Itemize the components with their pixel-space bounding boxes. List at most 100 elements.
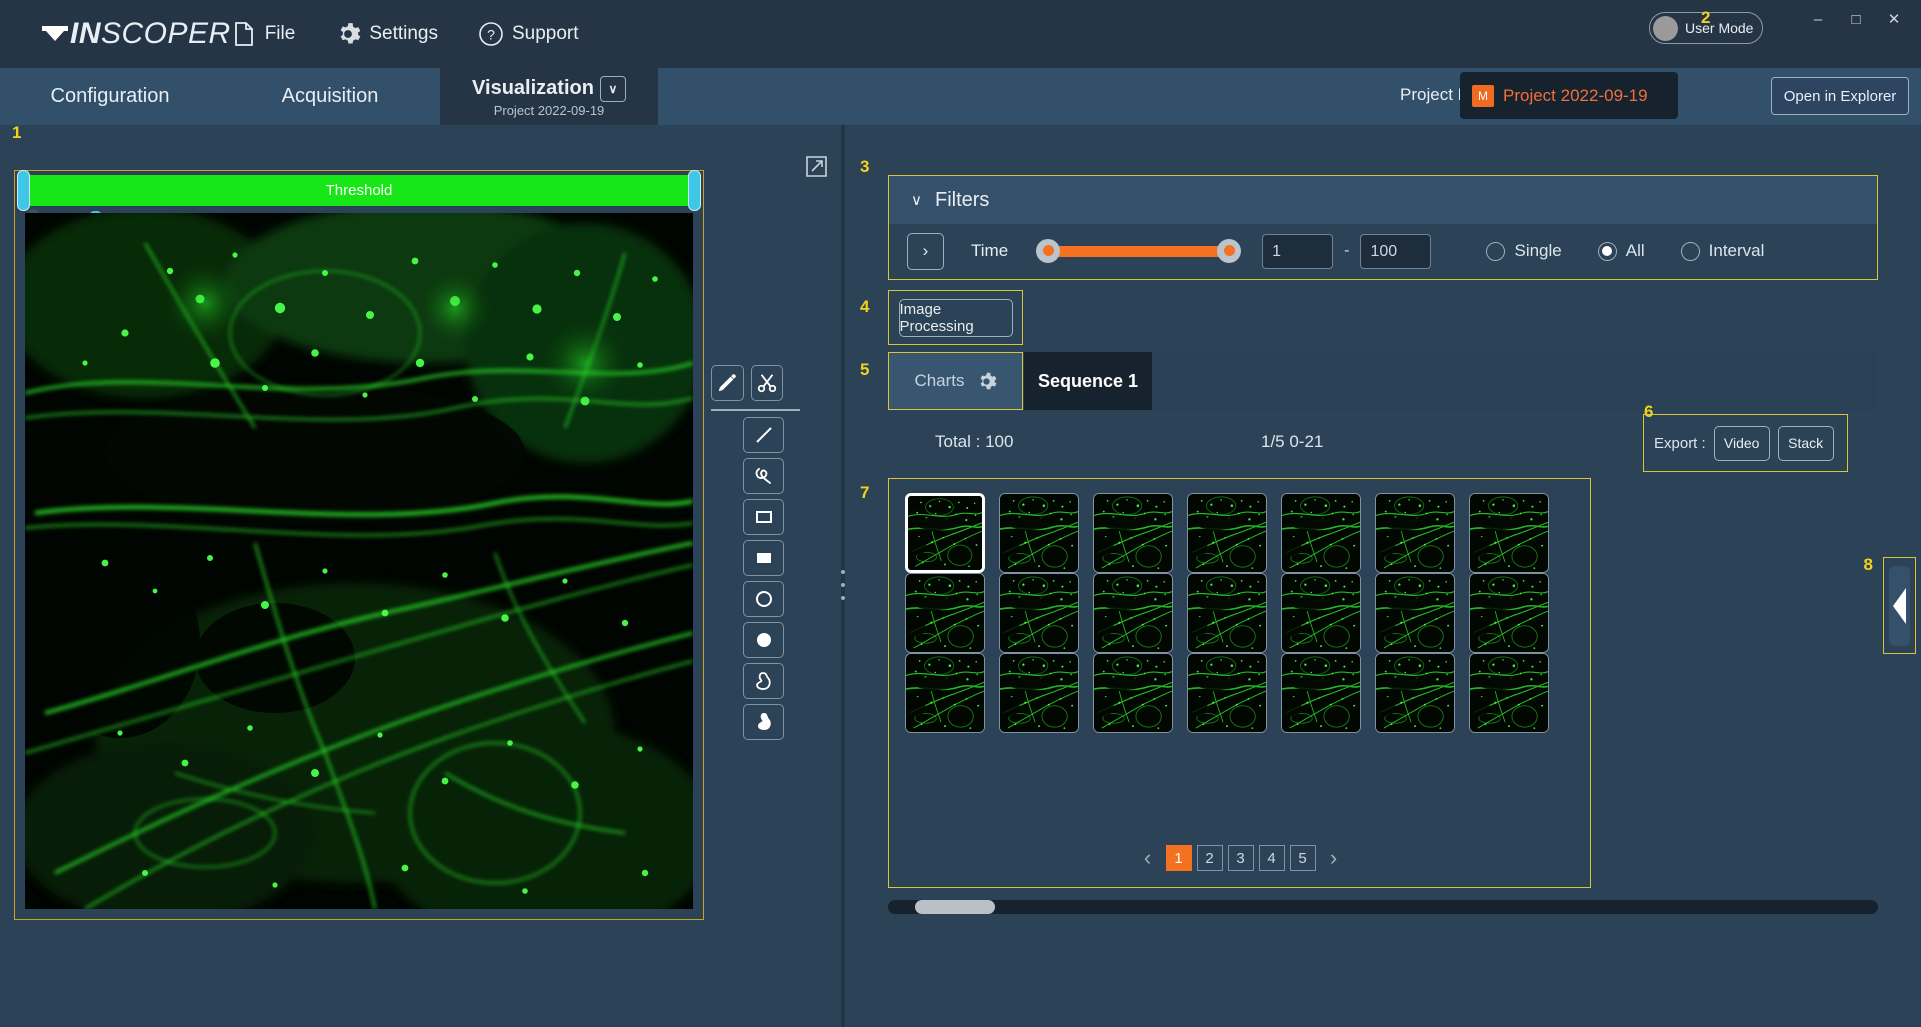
thumbnail-item[interactable]	[1469, 573, 1549, 653]
filters-header[interactable]: ∨ Filters	[889, 176, 1877, 224]
thumbnail-item[interactable]	[1469, 653, 1549, 733]
tab-bar-filler	[1152, 352, 1878, 410]
minimize-icon[interactable]: –	[1799, 6, 1837, 32]
blob-outline-tool-button[interactable]	[743, 663, 784, 699]
tool-divider	[711, 409, 800, 411]
thumbnail-item[interactable]	[1375, 493, 1455, 573]
thumbnail-item[interactable]	[999, 493, 1079, 573]
collapse-panel-button[interactable]	[1889, 565, 1910, 646]
pagination-page-5[interactable]: 5	[1289, 845, 1316, 871]
gear-icon[interactable]	[976, 371, 997, 392]
close-icon[interactable]: ✕	[1875, 6, 1913, 32]
pagination-page-2[interactable]: 2	[1196, 845, 1223, 871]
tab-configuration[interactable]: Configuration	[0, 68, 220, 125]
export-group: Export : Video Stack	[1643, 414, 1848, 472]
thumbnail-grid-panel: ‹ 1 2 3 4 5 ›	[888, 478, 1591, 888]
export-video-label: Video	[1723, 435, 1760, 451]
freehand-tool-button[interactable]	[743, 458, 784, 494]
radio-single[interactable]: Single	[1486, 241, 1562, 261]
thumbnail-item[interactable]	[999, 653, 1079, 733]
thumbnail-item[interactable]	[1281, 573, 1361, 653]
window-controls: – □ ✕	[1799, 6, 1913, 32]
rectangle-outline-tool-button[interactable]	[743, 499, 784, 535]
thumbnail-item[interactable]	[1281, 653, 1361, 733]
tab-acquisition-label: Acquisition	[281, 85, 379, 107]
radio-interval[interactable]: Interval	[1680, 241, 1765, 261]
tab-visualization[interactable]: Visualization ∨ Project 2022-09-19	[440, 68, 658, 125]
thumbnail-item[interactable]	[905, 573, 985, 653]
maximize-icon[interactable]: □	[1837, 6, 1875, 32]
pagination-page-4[interactable]: 4	[1258, 845, 1285, 871]
logo-text-bold: IN	[70, 17, 101, 50]
open-in-explorer-button[interactable]: Open in Explorer	[1771, 77, 1909, 115]
threshold-handle-right[interactable]	[688, 170, 701, 211]
circle-outline-tool-button[interactable]	[743, 581, 784, 617]
thumbnail-item[interactable]	[1093, 573, 1173, 653]
thumbnail-item[interactable]	[905, 493, 985, 573]
controls-pane: 3 ∨ Filters › Time 1 - 100 Single All In…	[845, 125, 1921, 1027]
microscopy-image[interactable]	[25, 213, 693, 909]
slider-handle-max[interactable]	[1217, 238, 1242, 263]
slider-track	[1045, 245, 1233, 257]
menu-settings-label: Settings	[369, 23, 438, 44]
tab-charts[interactable]: Charts	[888, 352, 1023, 410]
time-min-input[interactable]: 1	[1262, 233, 1334, 269]
menu-settings[interactable]: Settings	[335, 0, 438, 68]
triangle-left-icon	[1893, 587, 1906, 624]
line-tool-button[interactable]	[743, 417, 784, 453]
tab-acquisition[interactable]: Acquisition	[221, 68, 439, 125]
horizontal-scrollbar[interactable]	[888, 900, 1878, 914]
chevron-down-icon[interactable]: ∨	[911, 191, 922, 209]
thumbnail-item[interactable]	[1281, 493, 1361, 573]
export-stack-label: Stack	[1788, 435, 1824, 451]
time-max-input[interactable]: 100	[1360, 233, 1432, 269]
thumbnail-item[interactable]	[905, 653, 985, 733]
scissors-tool-button[interactable]	[750, 365, 783, 401]
pagination-next-button[interactable]: ›	[1321, 845, 1347, 871]
expand-icon[interactable]	[805, 155, 828, 178]
thumbnail-item[interactable]	[1375, 573, 1455, 653]
menu-support-label: Support	[511, 23, 579, 44]
open-in-explorer-label: Open in Explorer	[1783, 87, 1897, 105]
menu-file-label: File	[264, 23, 296, 44]
image-processing-label: Image Processing	[899, 300, 974, 335]
thumbnail-item[interactable]	[1469, 493, 1549, 573]
thumbnail-item[interactable]	[1093, 653, 1173, 733]
thumbnail-item[interactable]	[1187, 573, 1267, 653]
range-separator: -	[1344, 242, 1350, 259]
rectangle-filled-tool-button[interactable]	[743, 540, 784, 576]
panel-collapse-group	[1883, 557, 1916, 654]
project-selector[interactable]: M Project 2022-09-19	[1460, 72, 1678, 119]
menu-file[interactable]: File	[231, 0, 296, 68]
threshold-bar[interactable]: Threshold	[21, 175, 697, 206]
thumbnail-item[interactable]	[1375, 653, 1455, 733]
image-processing-button[interactable]: Image Processing	[898, 298, 1013, 337]
content-tab-bar: Charts Sequence 1	[888, 352, 1878, 410]
radio-all[interactable]: All	[1597, 241, 1645, 261]
pagination-page-3[interactable]: 3	[1227, 845, 1254, 871]
image-processing-group: Image Processing	[888, 290, 1023, 345]
time-range-slider[interactable]	[1036, 238, 1242, 263]
thumbnail-item[interactable]	[1187, 653, 1267, 733]
pagination-prev-button[interactable]: ‹	[1135, 845, 1161, 871]
export-video-button[interactable]: Video	[1713, 425, 1770, 461]
slider-handle-min[interactable]	[1036, 238, 1061, 263]
thumbnail-item[interactable]	[1187, 493, 1267, 573]
project-name-value: Project 2022-09-19	[1503, 85, 1648, 105]
menu-support[interactable]: ? Support	[478, 0, 579, 68]
tab-sequence-1[interactable]: Sequence 1	[1024, 352, 1152, 410]
thumbnail-item[interactable]	[999, 573, 1079, 653]
filters-expand-button[interactable]: ›	[907, 232, 944, 270]
radio-interval-label: Interval	[1708, 241, 1765, 260]
export-stack-button[interactable]: Stack	[1777, 425, 1834, 461]
user-mode-label: User Mode	[1685, 20, 1754, 36]
chevron-down-icon[interactable]: ∨	[599, 75, 626, 102]
pencil-tool-button[interactable]	[711, 365, 744, 401]
tab-sequence-1-label: Sequence 1	[1037, 370, 1139, 391]
blob-filled-tool-button[interactable]	[743, 704, 784, 740]
pagination-page-1[interactable]: 1	[1165, 845, 1192, 871]
thumbnail-item[interactable]	[1093, 493, 1173, 573]
threshold-handle-left[interactable]	[17, 170, 30, 211]
scrollbar-thumb[interactable]	[915, 900, 995, 914]
circle-filled-tool-button[interactable]	[743, 622, 784, 658]
